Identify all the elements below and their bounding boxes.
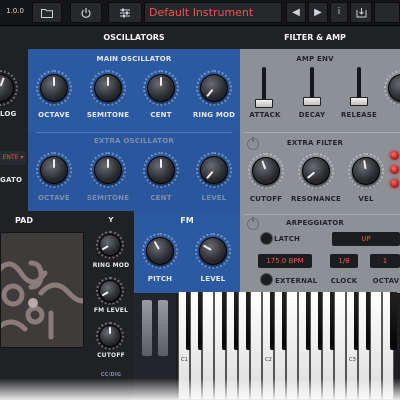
octave-label: C1 <box>181 357 188 363</box>
filter-resonance-knob[interactable] <box>298 153 334 189</box>
pad-fm-level-label: FM LEVEL <box>93 307 129 314</box>
extra-level-label: LEVEL <box>201 194 227 202</box>
arp-divider <box>244 214 400 215</box>
arp-bpm-display[interactable]: 175.0 BPM <box>258 254 312 268</box>
arpeggiator-title: ARPEGGIATOR <box>285 219 344 227</box>
decay-label: DECAY <box>298 111 326 119</box>
filter-led-1[interactable] <box>390 151 399 160</box>
extra-cent-knob[interactable] <box>143 152 179 188</box>
xy-pad[interactable] <box>0 232 84 348</box>
main-octave-knob[interactable] <box>36 70 72 106</box>
extra-semitone-label: SEMITONE <box>86 194 130 202</box>
power-icon <box>81 8 91 18</box>
extra-filter-title: EXTRA FILTER <box>286 139 344 147</box>
left-edge-knob[interactable] <box>0 70 18 106</box>
clock-label: CLOCK <box>330 277 358 285</box>
main-octave-label: OCTAVE <box>38 111 70 119</box>
octave-label: C2 <box>265 357 272 363</box>
pad-title: PAD <box>15 216 33 225</box>
cutoff-label: CUTOFF <box>249 195 283 203</box>
fm-level-knob[interactable] <box>195 233 231 269</box>
main-semitone-knob[interactable] <box>90 70 126 106</box>
pad-cutoff-knob[interactable] <box>96 322 124 350</box>
next-preset-button[interactable]: ▶ <box>308 2 328 23</box>
filter-led-3[interactable] <box>390 179 399 188</box>
left-mode-select[interactable]: ENTE ▾ <box>0 151 26 165</box>
white-key[interactable] <box>250 292 262 400</box>
fm-title: FM <box>180 216 194 225</box>
octave-label: OCTAV <box>372 277 400 285</box>
version-badge: 1.0.0 <box>6 7 24 15</box>
extra-semitone-knob[interactable] <box>90 152 126 188</box>
attack-label: ATTACK <box>249 111 281 119</box>
arp-octave-select[interactable]: 1 <box>370 254 400 268</box>
power-button[interactable] <box>70 2 102 23</box>
sliders-icon <box>120 8 130 18</box>
attack-slider-handle[interactable] <box>255 99 273 108</box>
main-cent-label: CENT <box>150 111 172 119</box>
pitch-wheel[interactable] <box>142 300 152 356</box>
extra-cent-label: CENT <box>150 194 172 202</box>
main-oscillator-title: MAIN OSCILLATOR <box>96 55 172 63</box>
main-cent-knob[interactable] <box>143 70 179 106</box>
extra-octave-knob[interactable] <box>36 152 72 188</box>
extra-level-knob[interactable] <box>196 152 232 188</box>
latch-toggle[interactable] <box>260 232 273 245</box>
arp-division-select[interactable]: 1/8 <box>330 254 358 268</box>
extra-octave-label: OCTAVE <box>38 194 70 202</box>
pad-cc-label: CC/DIG <box>100 372 122 378</box>
pad-y-label: Y <box>108 216 114 224</box>
settings-button[interactable] <box>108 2 142 23</box>
latch-label: LATCH <box>274 235 301 243</box>
mod-wheel[interactable] <box>158 300 168 356</box>
pad-fm-level-knob[interactable] <box>96 277 124 305</box>
xy-pad-pattern <box>1 260 83 340</box>
keyboard-left-bezel <box>134 293 176 400</box>
octave-label: C3 <box>349 357 356 363</box>
release-slider-handle[interactable] <box>350 97 368 106</box>
decay-slider-handle[interactable] <box>303 97 321 106</box>
filter-vel-knob[interactable] <box>348 153 384 189</box>
main-ring-mod-label: RING MOD <box>192 111 236 119</box>
save-icon <box>356 8 366 18</box>
amp-env-title: AMP ENV <box>296 55 334 63</box>
top-toolbar: 1.0.0 Default Instrument ◀ ▶ i <box>0 0 400 26</box>
arp-direction-select[interactable]: UP <box>332 232 400 246</box>
folder-button[interactable] <box>32 2 62 23</box>
amp-env-extra-knob[interactable] <box>384 70 400 106</box>
pad-ring-mod-knob[interactable] <box>96 231 124 259</box>
external-toggle[interactable] <box>260 273 273 286</box>
main-semitone-label: SEMITONE <box>86 111 130 119</box>
menu-button[interactable] <box>374 2 400 23</box>
filter-cutoff-knob[interactable] <box>248 153 284 189</box>
vel-label: VEL <box>358 195 374 203</box>
extra-oscillator-title: EXTRA OSCILLATOR <box>93 137 175 145</box>
black-key[interactable] <box>390 292 397 350</box>
oscillator-divider <box>36 132 232 133</box>
save-button[interactable] <box>350 2 372 23</box>
pad-cutoff-label: CUTOFF <box>97 352 125 359</box>
left-gato-label: GATO <box>0 176 23 184</box>
filter-led-2[interactable] <box>390 165 399 174</box>
filter-divider <box>244 132 400 133</box>
filter-amp-title: FILTER & AMP <box>284 33 346 42</box>
white-key[interactable] <box>202 292 214 400</box>
folder-icon <box>41 9 53 18</box>
oscillators-title: OSCILLATORS <box>103 33 165 42</box>
main-ring-mod-knob[interactable] <box>196 70 232 106</box>
white-key[interactable] <box>286 292 298 400</box>
info-button[interactable]: i <box>330 2 348 23</box>
left-log-label: LOG <box>0 110 17 118</box>
white-key[interactable] <box>334 292 346 400</box>
external-label: EXTERNAL <box>275 277 318 285</box>
release-label: RELEASE <box>340 111 378 119</box>
pad-ring-mod-label: RING MOD <box>92 262 130 269</box>
prev-preset-button[interactable]: ◀ <box>286 2 306 23</box>
resonance-label: RESONANCE <box>290 195 342 203</box>
fm-pitch-knob[interactable] <box>142 233 178 269</box>
preset-name-display[interactable]: Default Instrument <box>144 2 282 23</box>
white-key[interactable] <box>370 292 382 400</box>
fm-pitch-label: PITCH <box>147 275 173 283</box>
fm-level-label: LEVEL <box>200 275 226 283</box>
